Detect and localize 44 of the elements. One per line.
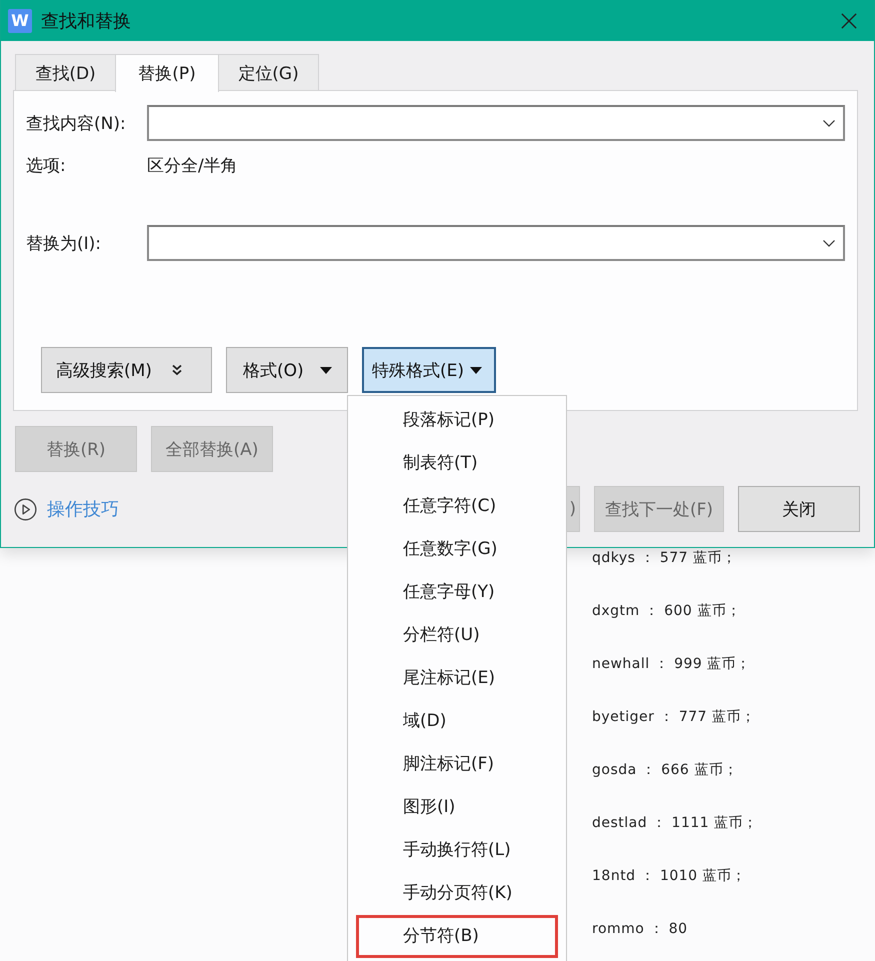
menu-item[interactable]: 分栏符(U) (356, 614, 558, 657)
chevron-down-icon (823, 120, 835, 126)
close-icon (841, 12, 857, 28)
menu-item[interactable]: 任意数字(G) (356, 528, 558, 571)
double-chevron-icon (172, 364, 182, 376)
document-text-line: 18ntd ： 1010 蓝币； (592, 867, 746, 886)
tab[interactable]: 替换(P) (115, 54, 219, 92)
footer-button[interactable]: 关闭 (738, 486, 860, 532)
menu-item[interactable]: 制表符(T) (356, 442, 558, 485)
dropdown-button[interactable]: 格式(O) (226, 347, 348, 393)
expander-button[interactable]: 高级搜索(M) (41, 347, 212, 393)
document-text-line: gosda ： 666 蓝币； (592, 761, 738, 780)
tab[interactable]: 查找(D) (15, 54, 116, 91)
menu-item[interactable]: 分节符(B) (356, 915, 558, 958)
options-value: 区分全/半角 (147, 154, 238, 176)
menu-item[interactable]: 域(D) (356, 700, 558, 743)
menu-item[interactable]: 脚注标记(F) (356, 743, 558, 786)
field-label: 查找内容(N): (26, 112, 127, 134)
document-text-line: dxgtm ： 600 蓝币； (592, 602, 741, 621)
document-text-line: rommo ： 80 (592, 920, 688, 939)
dropdown-button[interactable]: 特殊格式(E) (362, 347, 496, 393)
field-label: 替换为(I): (26, 232, 102, 254)
close-button[interactable] (841, 12, 857, 28)
replace-field[interactable] (147, 225, 845, 261)
menu-item[interactable]: 任意字符(C) (356, 485, 558, 528)
options-label: 选项: (26, 154, 67, 176)
menu-item[interactable]: 尾注标记(E) (356, 657, 558, 700)
app-logo: W (8, 8, 32, 32)
play-circle-icon (14, 498, 37, 520)
menu-item[interactable]: 手动分页符(K) (356, 872, 558, 915)
menu-item[interactable]: 段落标记(P) (356, 399, 558, 442)
menu-item[interactable]: 任意字母(Y) (356, 571, 558, 614)
caret-down-icon (470, 366, 482, 374)
document-text-line: newhall ： 999 蓝币； (592, 655, 751, 674)
window-title: 查找和替换 (41, 10, 131, 32)
document-text-line: qdkys ： 577 蓝币； (592, 549, 737, 568)
document-text-line: destlad ： 1111 蓝币； (592, 814, 758, 833)
document-text-line: byetiger ： 777 蓝币； (592, 708, 756, 727)
chevron-down-icon (823, 240, 835, 246)
tab[interactable]: 定位(G) (218, 54, 319, 91)
find-field[interactable] (147, 105, 845, 141)
menu-item[interactable]: 图形(I) (356, 786, 558, 829)
menu-item[interactable]: 手动换行符(L) (356, 829, 558, 872)
caret-down-icon (320, 366, 332, 374)
